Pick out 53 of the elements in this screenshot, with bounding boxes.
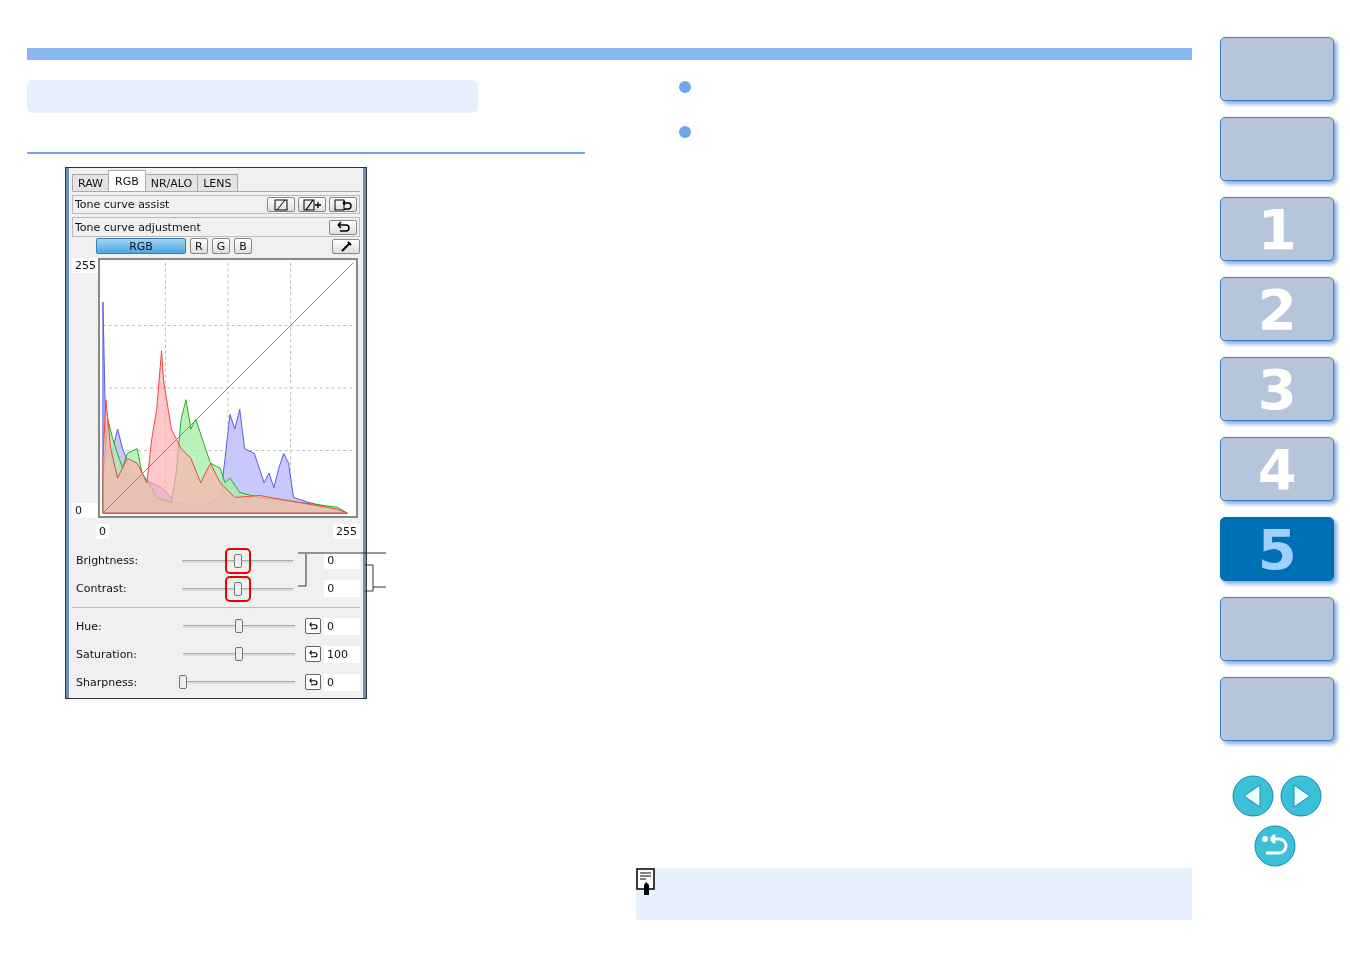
- value-field[interactable]: 0: [324, 617, 360, 635]
- reset-button[interactable]: [305, 646, 321, 663]
- curve-reset-button[interactable]: [329, 197, 357, 213]
- slider-thumb[interactable]: [179, 675, 187, 690]
- axis-label: 0: [96, 523, 109, 539]
- curve-undo-icon: [334, 198, 352, 211]
- bullet-dot: [679, 126, 691, 138]
- chapter-button[interactable]: [1220, 677, 1335, 741]
- undo-icon: [307, 677, 319, 688]
- channel-button[interactable]: RGB: [96, 238, 186, 255]
- bullet-dot: [679, 81, 691, 93]
- highlighted-slider-thumb[interactable]: [224, 547, 251, 574]
- chapter-button[interactable]: [1220, 597, 1335, 661]
- return-icon[interactable]: [1254, 825, 1297, 867]
- axis-label: 255: [333, 523, 360, 539]
- curve-assist-plus-button[interactable]: [298, 197, 326, 213]
- undo-icon: [307, 621, 319, 632]
- slider-thumb[interactable]: [235, 647, 243, 662]
- slider-label: Brightness:: [75, 554, 140, 568]
- channel-button[interactable]: B: [234, 238, 252, 255]
- panel-tab[interactable]: RGB: [108, 170, 146, 192]
- reset-button[interactable]: [329, 219, 357, 235]
- panel-tab[interactable]: LENS: [197, 174, 238, 192]
- channel-button[interactable]: G: [211, 238, 231, 255]
- value-field[interactable]: 0: [324, 580, 360, 598]
- curve-icon: [272, 198, 290, 211]
- panel-tab[interactable]: NR/ALO: [144, 174, 199, 192]
- value-field[interactable]: 0: [324, 673, 360, 691]
- panel-tab[interactable]: RAW: [72, 174, 109, 192]
- eyedropper-button[interactable]: [332, 238, 360, 254]
- memo-pencil-icon: [636, 868, 656, 896]
- slider-label: Contrast:: [75, 582, 128, 596]
- slider-label: Sharpness:: [75, 675, 139, 689]
- curve-plus-icon: [303, 198, 321, 211]
- reset-button[interactable]: [305, 674, 321, 691]
- section-label: Tone curve adjustment: [75, 220, 202, 234]
- axis-label: 255: [72, 257, 98, 273]
- chapter-button[interactable]: [1220, 37, 1335, 101]
- undo-icon: [334, 221, 352, 234]
- reset-button[interactable]: [305, 618, 321, 635]
- slider-label: Saturation:: [75, 647, 139, 661]
- highlighted-slider-thumb[interactable]: [224, 575, 251, 602]
- slider-thumb[interactable]: [235, 619, 243, 634]
- section-label: Tone curve assist: [75, 198, 171, 212]
- channel-button[interactable]: R: [190, 238, 208, 255]
- slider-label: Hue:: [75, 619, 103, 633]
- axis-label: 0: [72, 502, 98, 518]
- previous-page-icon[interactable]: [1232, 775, 1275, 817]
- next-page-icon[interactable]: [1280, 775, 1323, 817]
- value-field[interactable]: 100: [324, 645, 360, 663]
- undo-icon: [307, 649, 319, 660]
- curve-assist-button[interactable]: [267, 197, 295, 213]
- chapter-button[interactable]: [1220, 117, 1335, 181]
